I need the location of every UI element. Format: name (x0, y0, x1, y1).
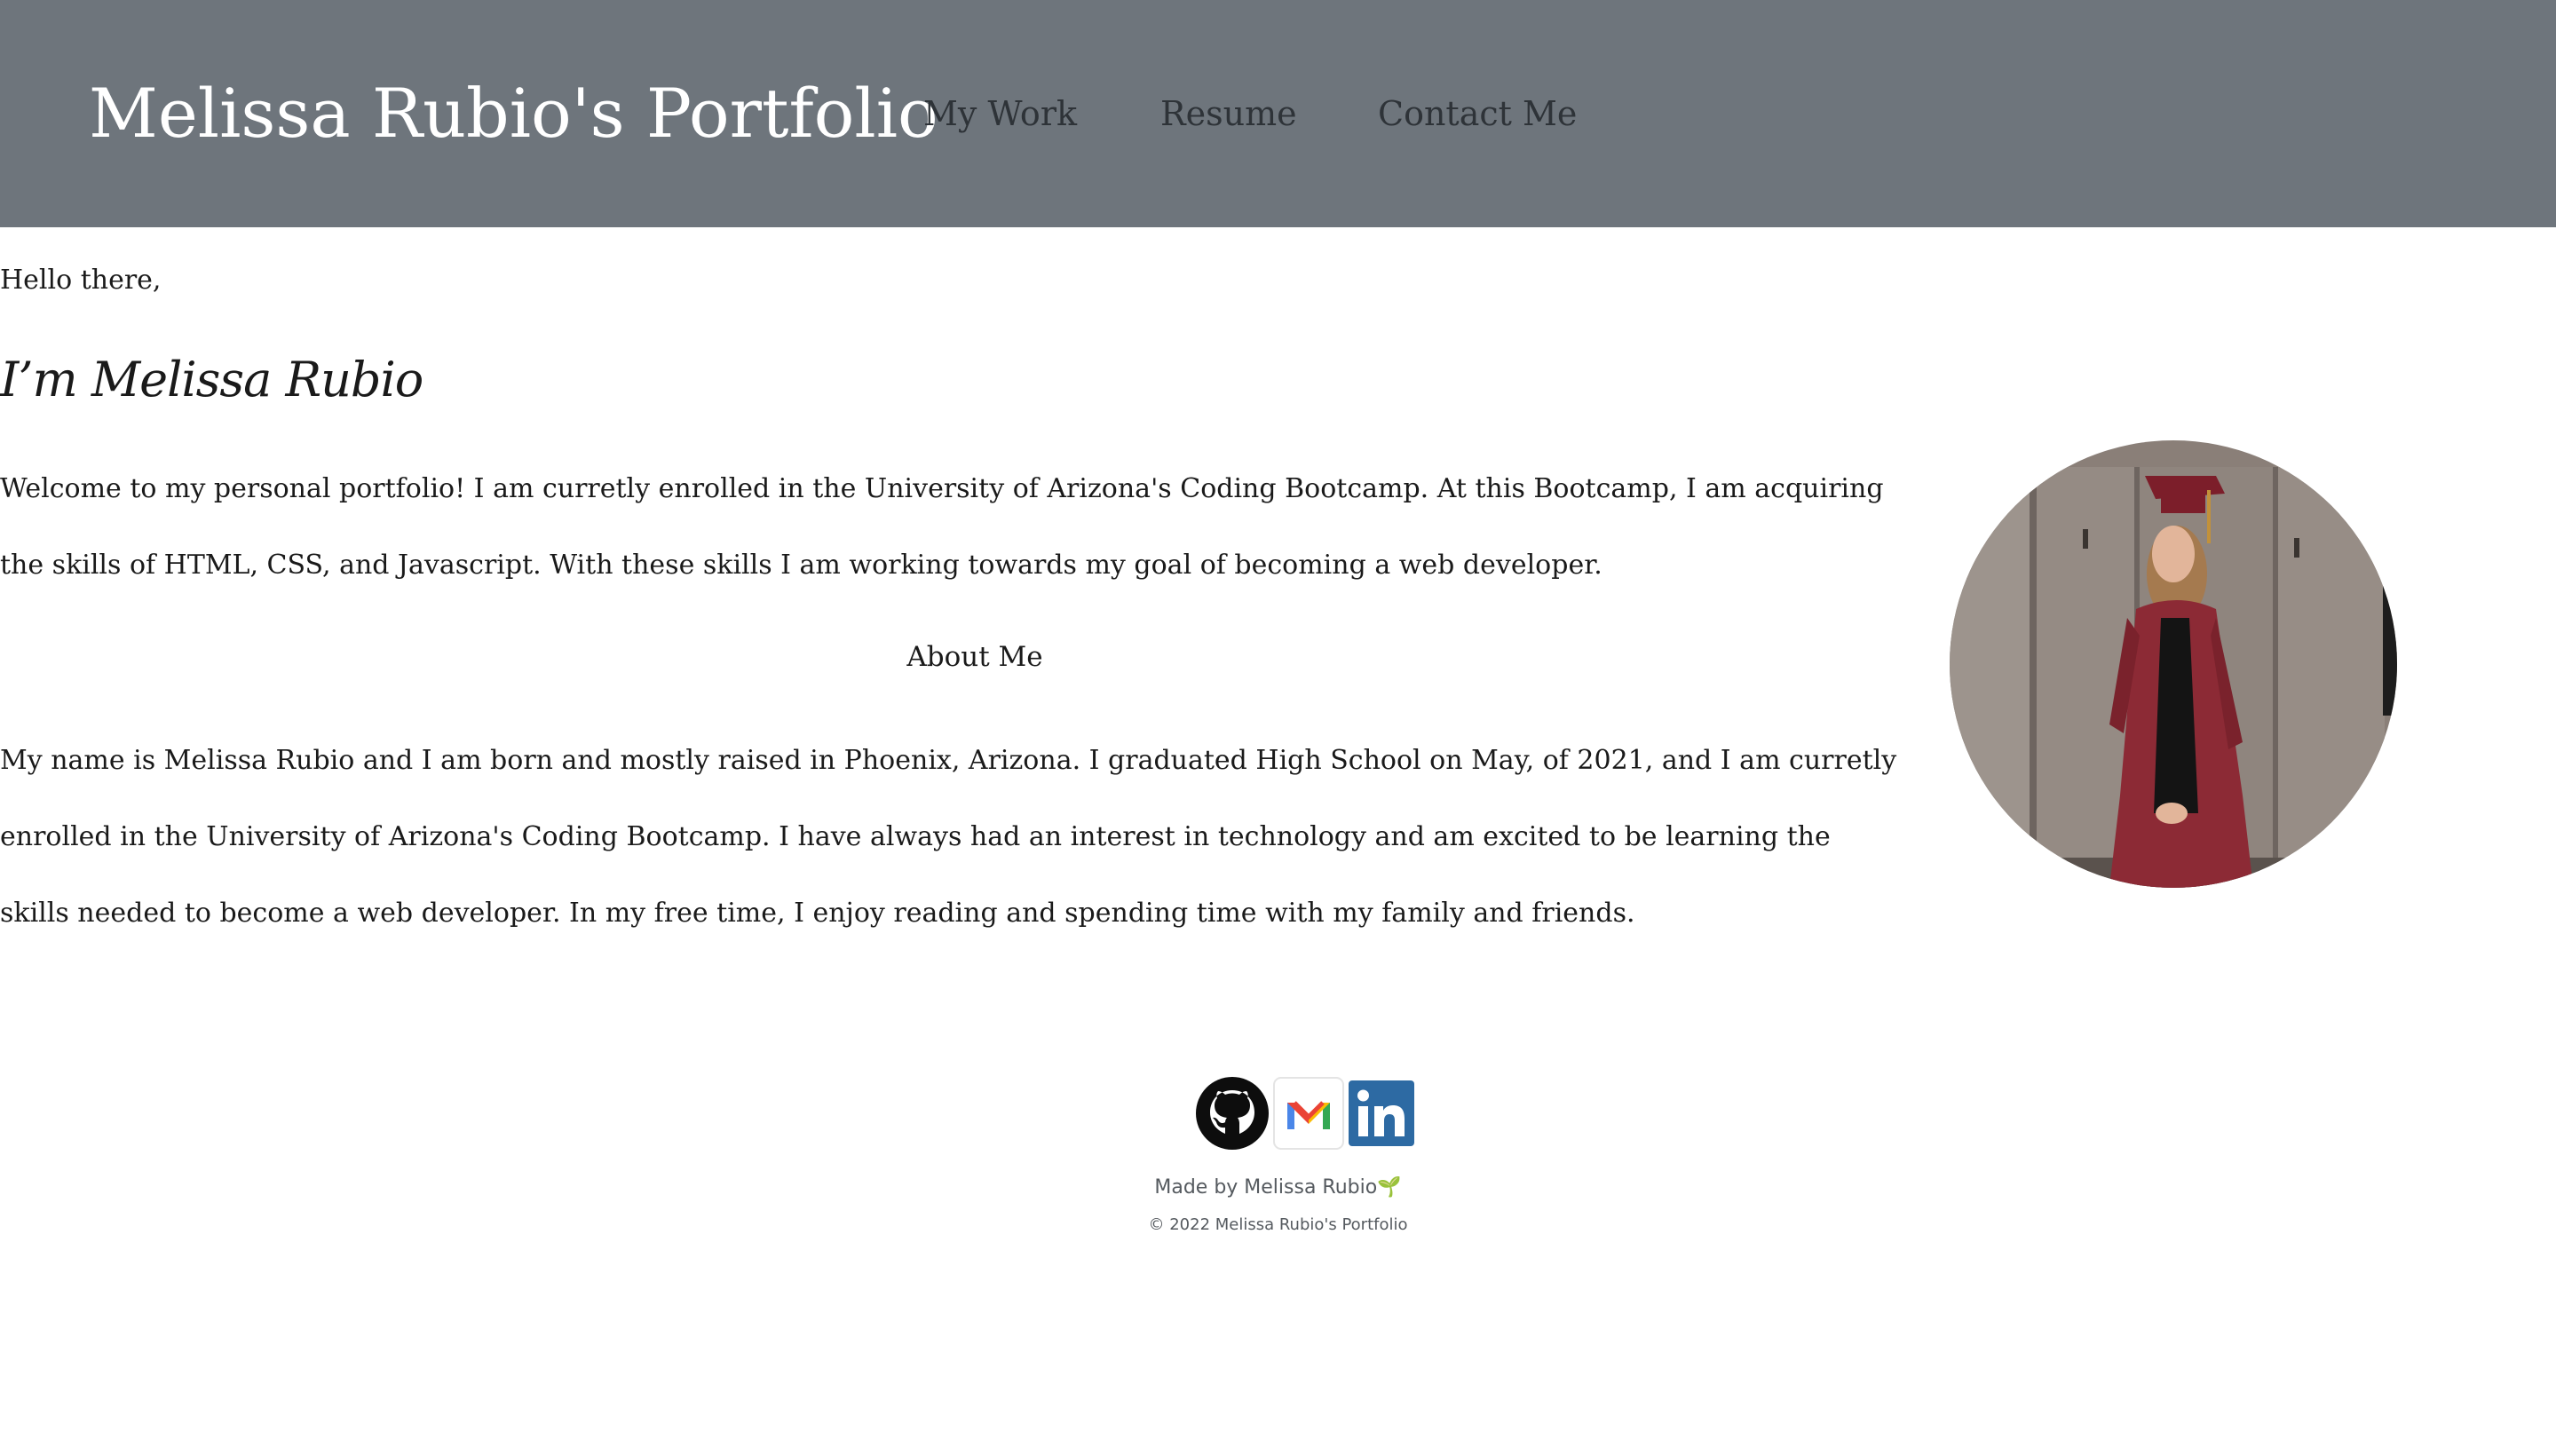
footer-made-by: Made by Melissa Rubio🌱 (0, 1172, 2556, 1204)
name-heading: I’m Melissa Rubio (0, 352, 423, 408)
nav-link-my-work[interactable]: My Work (923, 89, 1077, 138)
intro-paragraph: Welcome to my personal portfolio! I am c… (0, 473, 1884, 581)
github-icon (1196, 1077, 1269, 1150)
nav-link-contact-me[interactable]: Contact Me (1378, 89, 1577, 138)
graduation-photo-illustration (1950, 440, 2397, 888)
about-me-heading: About Me (906, 641, 1043, 673)
footer-copyright: © 2022 Melissa Rubio's Portfolio (1148, 1215, 1408, 1234)
footer-made-by-text: Made by Melissa Rubio (1154, 1176, 1378, 1199)
gmail-link[interactable] (1273, 1076, 1344, 1154)
linkedin-link[interactable] (1348, 1080, 1415, 1151)
github-link[interactable] (1195, 1076, 1270, 1154)
social-links (1195, 1076, 1415, 1154)
site-header: Melissa Rubio's Portfolio My Work Resume… (0, 0, 2556, 227)
profile-photo (1950, 440, 2397, 888)
gmail-icon (1273, 1077, 1344, 1150)
greeting-text: Hello there, (0, 265, 162, 296)
linkedin-icon (1349, 1080, 1414, 1146)
about-me-paragraph: My name is Melissa Rubio and I am born a… (0, 745, 1897, 929)
sprout-icon: 🌱 (1377, 1176, 1402, 1199)
site-title[interactable]: Melissa Rubio's Portfolio (89, 69, 938, 158)
nav-link-resume[interactable]: Resume (1160, 89, 1297, 138)
